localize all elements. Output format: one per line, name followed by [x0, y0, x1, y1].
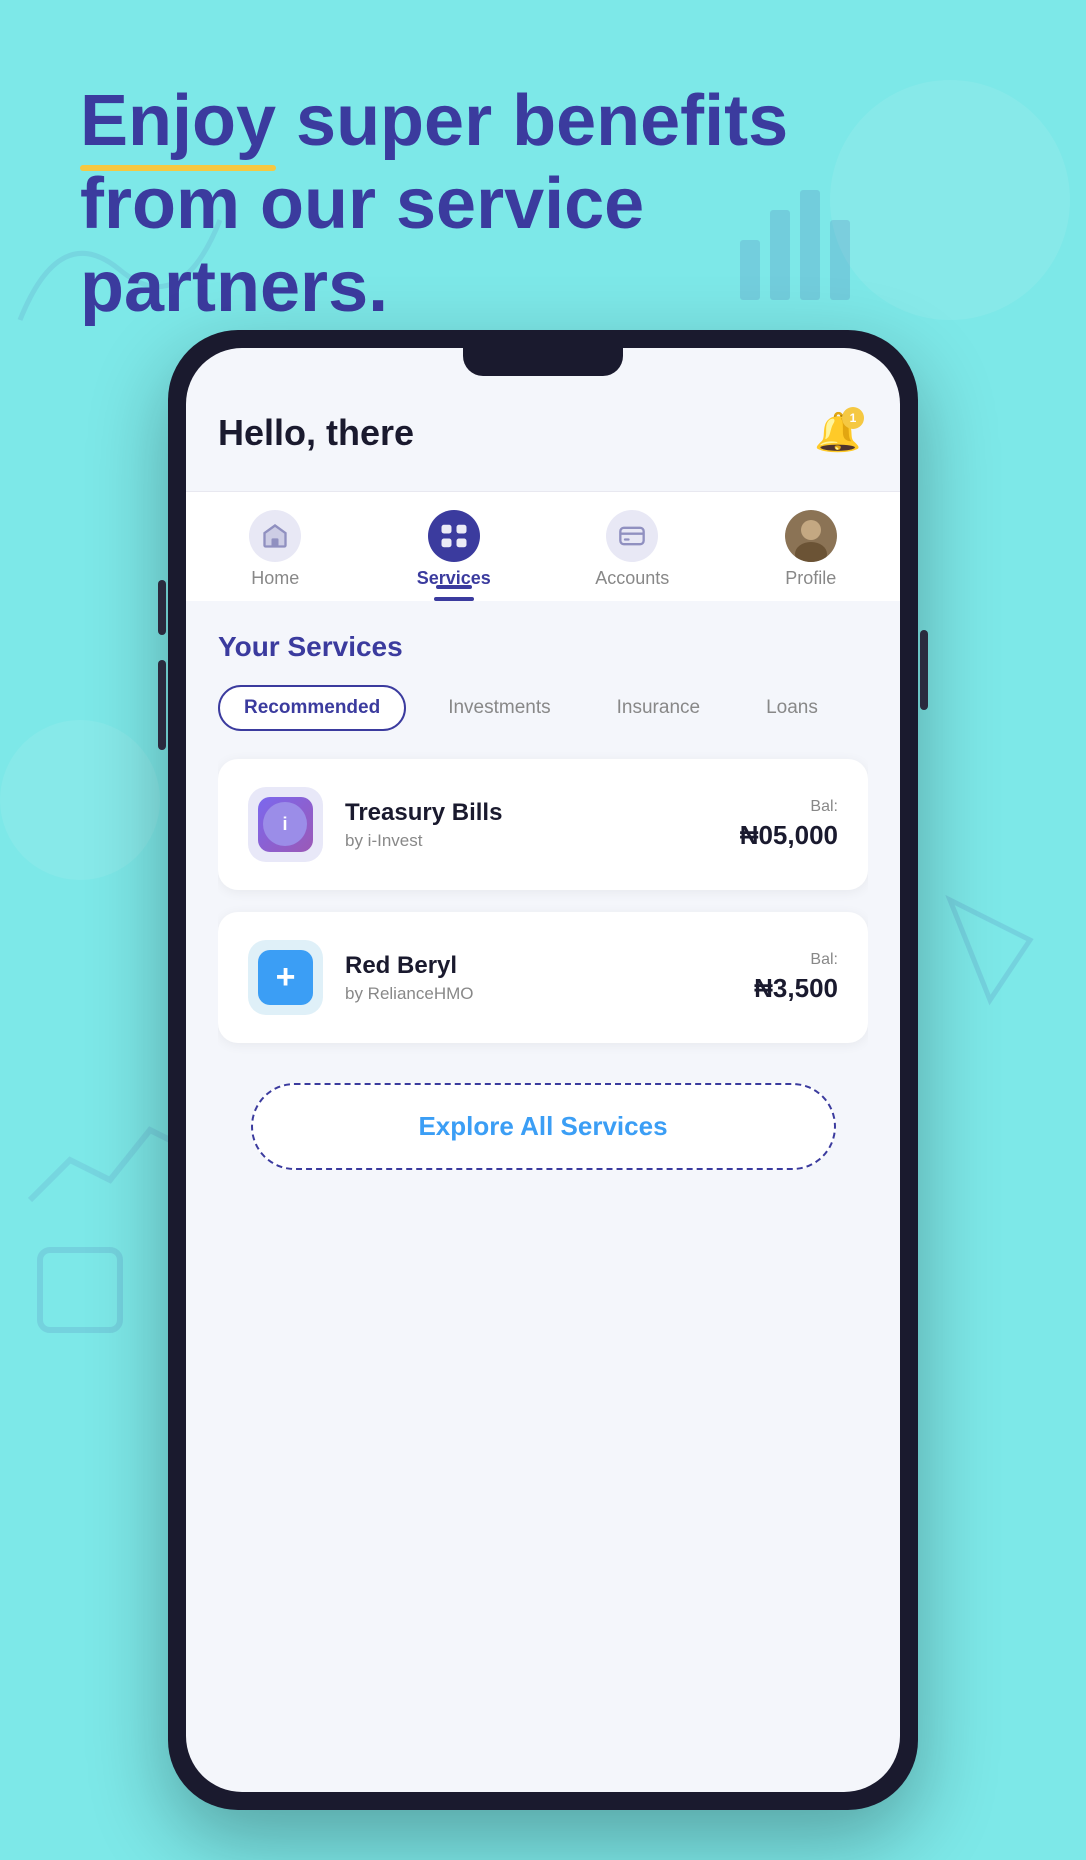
side-button-left-1 [158, 580, 166, 635]
accounts-nav-label: Accounts [595, 568, 669, 589]
redberyl-logo-inner: + [258, 950, 313, 1005]
treasury-bills-bal-label: Bal: [740, 798, 838, 816]
treasury-bills-provider: by i-Invest [345, 831, 502, 851]
service-card-treasury-bills[interactable]: i Treasury Bills by i-Invest Bal: [218, 759, 868, 890]
services-section-title: Your Services [218, 631, 868, 663]
app-greeting: Hello, there [218, 412, 414, 454]
side-button-left-2 [158, 660, 166, 750]
service-card-left-2: + Red Beryl by RelianceHMO [248, 940, 474, 1015]
profile-nav-label: Profile [785, 568, 836, 589]
iinvest-logo: i [248, 787, 323, 862]
services-nav-icon [428, 510, 480, 562]
red-beryl-provider: by RelianceHMO [345, 984, 474, 1004]
service-card-red-beryl[interactable]: + Red Beryl by RelianceHMO Bal: ₦3,500 [218, 912, 868, 1043]
filter-tab-investments[interactable]: Investments [424, 687, 574, 729]
treasury-bills-bal-amount: ₦05,000 [740, 820, 838, 851]
filter-tab-recommended[interactable]: Recommended [218, 685, 406, 731]
filter-tab-insurance[interactable]: Insurance [593, 687, 724, 729]
red-beryl-info: Red Beryl by RelianceHMO [345, 952, 474, 1004]
nav-item-accounts[interactable]: Accounts [543, 510, 722, 589]
red-beryl-bal-amount: ₦3,500 [754, 973, 838, 1004]
profile-nav-icon [785, 510, 837, 562]
bottom-nav: Home Services [186, 491, 900, 601]
treasury-bills-balance: Bal: ₦05,000 [740, 798, 838, 851]
redberyl-plus-icon: + [276, 958, 296, 997]
app-content: Hello, there 🔔 1 [186, 348, 900, 1792]
treasury-bills-info: Treasury Bills by i-Invest [345, 799, 502, 851]
explore-btn-wrapper: Explore All Services [218, 1083, 868, 1170]
home-nav-icon [249, 510, 301, 562]
app-header: Hello, there 🔔 1 [218, 403, 868, 463]
explore-all-services-button[interactable]: Explore All Services [251, 1083, 836, 1170]
notification-button[interactable]: 🔔 1 [808, 403, 868, 463]
accounts-nav-icon [606, 510, 658, 562]
red-beryl-name: Red Beryl [345, 952, 474, 980]
home-nav-label: Home [251, 568, 299, 589]
main-content: Your Services Recommended Investments In… [218, 631, 868, 1760]
treasury-bills-name: Treasury Bills [345, 799, 502, 827]
nav-item-profile[interactable]: Profile [722, 510, 901, 589]
hero-section: Enjoy super benefits from our service pa… [80, 80, 1006, 328]
nav-item-services[interactable]: Services [365, 510, 544, 589]
phone-notch [463, 348, 623, 376]
service-card-left: i Treasury Bills by i-Invest [248, 787, 502, 862]
side-button-right [920, 630, 928, 710]
filter-tab-loans[interactable]: Loans [742, 687, 842, 729]
hero-enjoy-word: Enjoy [80, 80, 276, 163]
redberyl-logo: + [248, 940, 323, 1015]
hero-title: Enjoy super benefits from our service pa… [80, 80, 1006, 328]
phone-screen: Hello, there 🔔 1 [186, 348, 900, 1792]
notification-badge: 1 [842, 407, 864, 429]
red-beryl-balance: Bal: ₦3,500 [754, 951, 838, 1004]
nav-item-home[interactable]: Home [186, 510, 365, 589]
phone-frame: Hello, there 🔔 1 [168, 330, 918, 1810]
filter-tabs: Recommended Investments Insurance Loans [218, 685, 868, 731]
svg-text:i: i [282, 814, 287, 834]
red-beryl-bal-label: Bal: [754, 951, 838, 969]
nav-active-indicator [436, 585, 472, 589]
phone-mockup: Hello, there 🔔 1 [168, 330, 918, 1810]
iinvest-logo-inner: i [258, 797, 313, 852]
